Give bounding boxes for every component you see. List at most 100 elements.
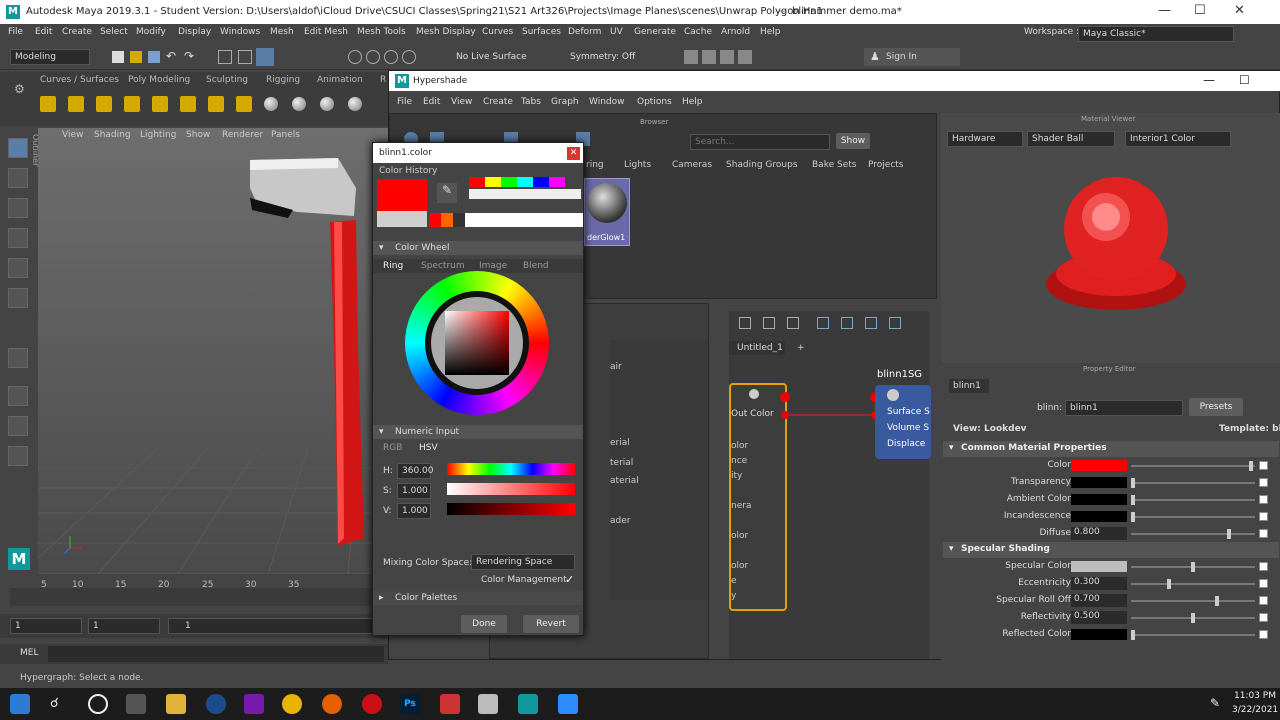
zoom-icon[interactable] bbox=[558, 694, 578, 714]
hs-menu-edit[interactable]: Edit bbox=[423, 97, 440, 107]
map-button[interactable] bbox=[1259, 495, 1268, 504]
range-start-field[interactable]: 1 bbox=[88, 618, 160, 634]
sg-port[interactable]: Volume S bbox=[887, 423, 929, 433]
slider-knob[interactable] bbox=[1131, 512, 1135, 522]
start-frame-field[interactable]: 1 bbox=[10, 618, 82, 634]
select-tool-icon[interactable] bbox=[8, 138, 28, 158]
undo-icon[interactable]: ↶ bbox=[166, 49, 176, 63]
minimize-icon[interactable]: — bbox=[1203, 73, 1215, 87]
firefox-icon[interactable] bbox=[322, 694, 342, 714]
attribute-slider[interactable] bbox=[1131, 516, 1255, 518]
browser-search-input[interactable]: Search... bbox=[690, 134, 830, 150]
menu-select[interactable]: Select bbox=[100, 27, 128, 37]
app-icon[interactable] bbox=[206, 694, 226, 714]
tab-spectrum[interactable]: Spectrum bbox=[421, 261, 465, 271]
tab-bake-sets[interactable]: Bake Sets bbox=[812, 160, 856, 170]
new-scene-icon[interactable] bbox=[112, 51, 124, 63]
vp-menu-renderer[interactable]: Renderer bbox=[222, 130, 263, 140]
color-history-row[interactable] bbox=[429, 213, 583, 227]
attribute-slider[interactable] bbox=[1131, 583, 1255, 585]
lasso-tool-icon[interactable] bbox=[8, 168, 28, 188]
attribute-slider[interactable] bbox=[1131, 533, 1255, 535]
cortana-icon[interactable] bbox=[88, 694, 108, 714]
sg-port[interactable]: Displace bbox=[887, 439, 925, 449]
map-button[interactable] bbox=[1259, 613, 1268, 622]
shelf-tool-icon[interactable] bbox=[236, 96, 252, 112]
menu-edit[interactable]: Edit bbox=[35, 27, 52, 37]
photoshop-icon[interactable]: Ps bbox=[400, 694, 420, 714]
shelf-tab-r[interactable]: R bbox=[380, 75, 386, 85]
list-item[interactable]: aterial bbox=[610, 476, 639, 486]
windows-start-icon[interactable] bbox=[10, 694, 30, 714]
vp-menu-show[interactable]: Show bbox=[186, 130, 210, 140]
slider-knob[interactable] bbox=[1191, 613, 1195, 623]
menu-modify[interactable]: Modify bbox=[136, 27, 166, 37]
done-button[interactable]: Done bbox=[461, 615, 507, 633]
menu-surfaces[interactable]: Surfaces bbox=[522, 27, 561, 37]
shelf-tab-sculpting[interactable]: Sculpting bbox=[206, 75, 248, 85]
color-swatch[interactable] bbox=[1071, 511, 1127, 522]
graph-tool-icon[interactable] bbox=[763, 317, 775, 329]
mode-dropdown[interactable]: Modeling bbox=[10, 49, 90, 65]
shelf-tool-icon[interactable] bbox=[152, 96, 168, 112]
color-palettes-section[interactable]: ▸ Color Palettes bbox=[373, 591, 583, 605]
menu-display[interactable]: Display bbox=[178, 27, 211, 37]
v-field[interactable]: 1.000 bbox=[397, 503, 431, 519]
maya-taskbar-icon[interactable] bbox=[518, 694, 538, 714]
range-bar[interactable]: 1 bbox=[168, 618, 378, 634]
select-object-icon[interactable] bbox=[238, 50, 252, 64]
node-port[interactable]: olor bbox=[731, 441, 748, 451]
map-button[interactable] bbox=[1259, 512, 1268, 521]
minimize-icon[interactable]: — bbox=[1158, 3, 1171, 18]
node-port[interactable]: ity bbox=[731, 471, 742, 481]
slider-knob[interactable] bbox=[1215, 596, 1219, 606]
menu-help[interactable]: Help bbox=[760, 27, 781, 37]
tab-cameras[interactable]: Cameras bbox=[672, 160, 712, 170]
sg-port[interactable]: Surface S bbox=[887, 407, 930, 417]
slider-knob[interactable] bbox=[1227, 529, 1231, 539]
material-swatch[interactable]: derGlow1 bbox=[584, 178, 630, 246]
revert-button[interactable]: Revert bbox=[523, 615, 579, 633]
vp-menu-panels[interactable]: Panels bbox=[271, 130, 300, 140]
search-icon[interactable]: ☌ bbox=[50, 696, 59, 711]
map-button[interactable] bbox=[1259, 529, 1268, 538]
list-item[interactable]: air bbox=[610, 362, 622, 372]
shelf-sun-icon[interactable] bbox=[40, 96, 56, 112]
hs-menu-view[interactable]: View bbox=[451, 97, 472, 107]
move-tool-icon[interactable] bbox=[8, 228, 28, 248]
menu-edit-mesh[interactable]: Edit Mesh bbox=[304, 27, 348, 37]
slider-knob[interactable] bbox=[1191, 562, 1195, 572]
slider-knob[interactable] bbox=[1167, 579, 1171, 589]
shelf-tool-icon[interactable] bbox=[208, 96, 224, 112]
color-management-checkbox[interactable]: ✓ bbox=[565, 573, 574, 586]
outliner-layout-icon[interactable] bbox=[8, 446, 28, 466]
scale-tool-icon[interactable] bbox=[8, 288, 28, 308]
shelf-sphere-icon[interactable] bbox=[320, 97, 334, 111]
list-item[interactable]: terial bbox=[610, 458, 633, 468]
attribute-slider[interactable] bbox=[1131, 465, 1255, 467]
graph-tool-icon[interactable] bbox=[739, 317, 751, 329]
color-history-grid[interactable] bbox=[469, 177, 581, 201]
h-field[interactable]: 360.00 bbox=[397, 463, 434, 479]
menu-create[interactable]: Create bbox=[62, 27, 92, 37]
snap-view-icon[interactable] bbox=[402, 50, 416, 64]
tab-hsv[interactable]: HSV bbox=[419, 443, 438, 453]
maximize-icon[interactable]: ☐ bbox=[1239, 73, 1250, 87]
menu-file[interactable]: File bbox=[8, 27, 23, 37]
menu-mesh[interactable]: Mesh bbox=[270, 27, 294, 37]
shelf-tab-poly[interactable]: Poly Modeling bbox=[128, 75, 190, 85]
slider-knob[interactable] bbox=[1131, 495, 1135, 505]
sv-square[interactable] bbox=[445, 311, 509, 375]
app-icon[interactable] bbox=[478, 694, 498, 714]
pen-icon[interactable]: ✎ bbox=[1210, 696, 1220, 710]
sign-in-button[interactable]: ♟ Sign In bbox=[864, 48, 960, 66]
environment-dropdown[interactable]: Interior1 Color bbox=[1125, 131, 1231, 147]
value-field[interactable]: 0.700 bbox=[1071, 594, 1127, 607]
tab-blend[interactable]: Blend bbox=[523, 261, 549, 271]
live-surface-label[interactable]: No Live Surface bbox=[456, 52, 527, 62]
redo-icon[interactable]: ↷ bbox=[184, 49, 194, 63]
layout-single-icon[interactable] bbox=[8, 348, 28, 368]
value-field[interactable]: 0.800 bbox=[1071, 527, 1127, 540]
blinn-name-field[interactable]: blinn1 bbox=[1065, 400, 1183, 416]
time-slider[interactable]: 5 10 15 20 25 30 35 bbox=[0, 576, 388, 612]
